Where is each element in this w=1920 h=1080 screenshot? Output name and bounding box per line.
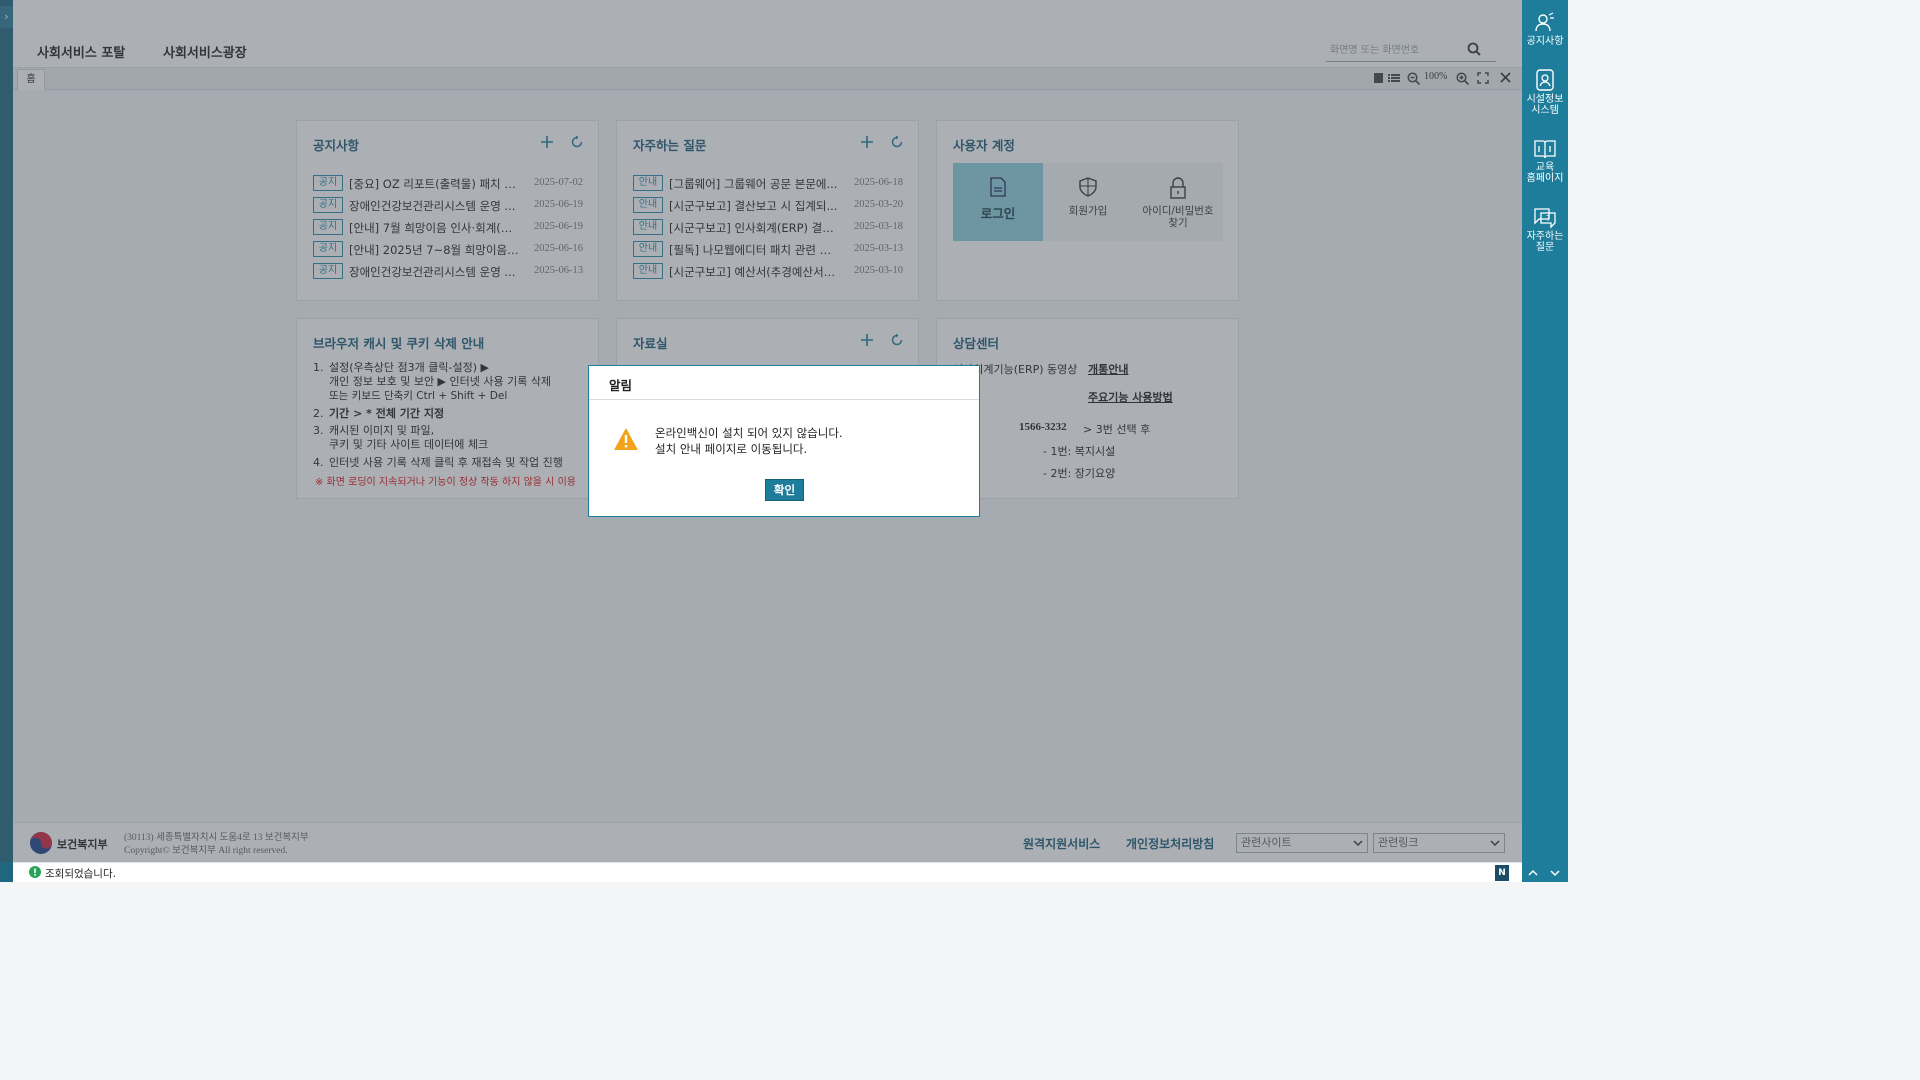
status-badge: N [1495, 865, 1509, 881]
chevron-down-icon[interactable] [1550, 866, 1560, 880]
status-bar: 조회되었습니다. N [13, 862, 1522, 882]
quick-notices[interactable]: 공지사항 [1522, 12, 1568, 47]
dialog-title: 알림 [609, 378, 633, 393]
confirm-button[interactable]: 확인 [765, 479, 804, 501]
status-message: 조회되었습니다. [45, 868, 116, 880]
quick-faq[interactable]: ? 자주하는 질문 [1522, 207, 1568, 253]
quick-facility-info[interactable]: 시설정보 시스템 [1522, 68, 1568, 116]
quick-education-home[interactable]: 교육 홈페이지 [1522, 138, 1568, 184]
info-icon [29, 866, 41, 881]
person-icon [1535, 12, 1554, 32]
dialog-message-2: 설치 안내 페이지로 이동됩니다. [655, 442, 808, 456]
dialog-message: 온라인백신이 설치 되어 있지 않습니다. [655, 426, 843, 440]
warning-icon [613, 427, 639, 454]
right-quick-panel: 공지사항 시설정보 시스템 교육 홈페이지 ? 자주하는 질문 [1522, 0, 1568, 882]
svg-text:?: ? [1546, 214, 1550, 223]
book-icon [1534, 140, 1556, 159]
alert-dialog: 알림 온라인백신이 설치 되어 있지 않습니다. 설치 안내 페이지로 이동됩니… [588, 365, 980, 517]
chevron-up-icon[interactable] [1528, 866, 1538, 880]
question-chat-icon: ? [1534, 208, 1556, 229]
badge-icon [1536, 69, 1554, 91]
